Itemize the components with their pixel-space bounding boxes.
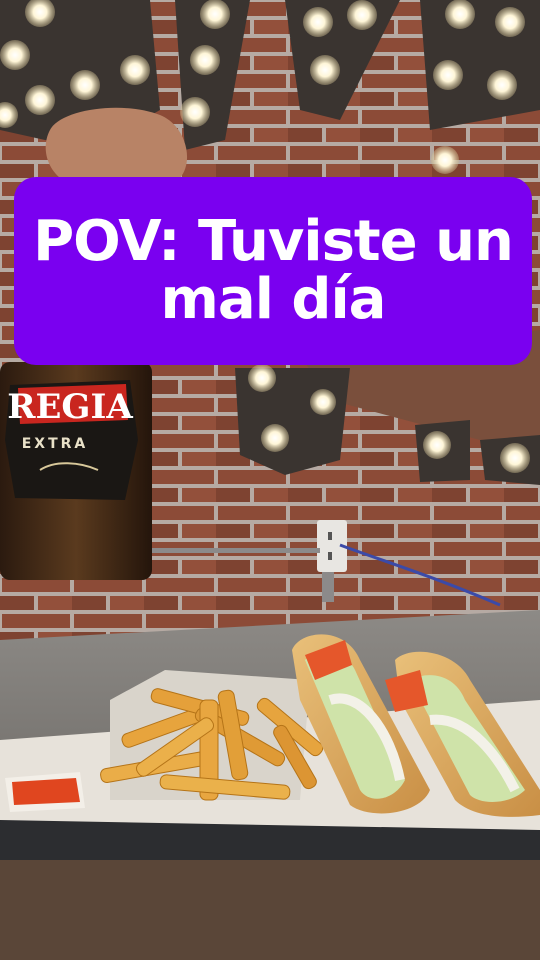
bottle-sub-text: EXTRA	[22, 436, 89, 452]
hand	[45, 107, 188, 178]
beer-bottle: REGIA EXTRA	[0, 362, 152, 580]
wall-rail	[150, 548, 320, 553]
wood-table-edge	[0, 860, 540, 960]
restaurant-photo: REGIA EXTRA	[0, 0, 540, 960]
photo-scene: REGIA EXTRA POV: Tuviste un mal día	[0, 0, 540, 960]
caption-text: POV: Tuviste un mal día	[33, 209, 514, 332]
bottle-brand-text: REGIA	[7, 387, 133, 427]
caption-banner: POV: Tuviste un mal día	[14, 177, 532, 365]
